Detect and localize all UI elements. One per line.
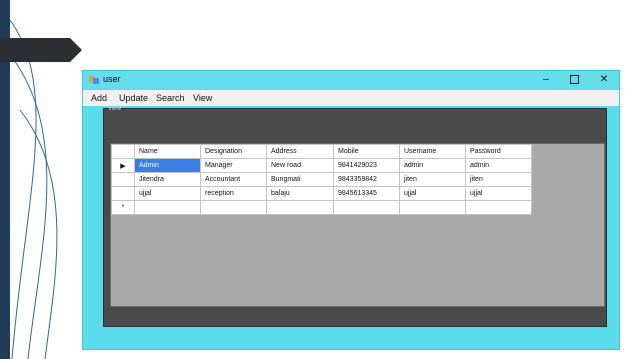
- column-header-name[interactable]: Name: [134, 144, 201, 159]
- title-bar[interactable]: user – ✕: [83, 71, 619, 89]
- column-header-password[interactable]: Password: [465, 144, 532, 159]
- cell-name[interactable]: ujjal: [134, 186, 201, 201]
- current-row-indicator[interactable]: ▶: [111, 158, 135, 173]
- row-header-corner: [111, 144, 135, 159]
- column-header-address[interactable]: Address: [266, 144, 334, 159]
- table-row[interactable]: ujjal reception balaju 9845613345 ujjal …: [111, 186, 532, 201]
- column-header-mobile[interactable]: Mobile: [333, 144, 400, 159]
- menu-update[interactable]: Update: [119, 93, 148, 103]
- users-datagrid[interactable]: Name Designation Address Mobile Username…: [110, 143, 605, 307]
- cell-username[interactable]: jiten: [399, 172, 466, 187]
- cell-address[interactable]: balaju: [266, 186, 334, 201]
- cell-address[interactable]: Bungmati: [266, 172, 334, 187]
- close-button[interactable]: ✕: [593, 72, 615, 87]
- cell-designation[interactable]: Manager: [200, 158, 267, 173]
- column-header-designation[interactable]: Designation: [200, 144, 267, 159]
- new-cell-password[interactable]: [465, 200, 532, 215]
- cell-mobile[interactable]: 9843359842: [333, 172, 400, 187]
- cell-designation[interactable]: Accountant: [200, 172, 267, 187]
- header-row: Name Designation Address Mobile Username…: [111, 144, 532, 159]
- new-cell-username[interactable]: [399, 200, 466, 215]
- new-cell-address[interactable]: [266, 200, 334, 215]
- cell-username[interactable]: admin: [399, 158, 466, 173]
- new-row-indicator[interactable]: *: [111, 200, 135, 215]
- row-header[interactable]: [111, 172, 135, 187]
- app-icon: [89, 76, 99, 84]
- users-table: Name Designation Address Mobile Username…: [111, 144, 532, 215]
- menu-bar: Add Update Search View: [83, 90, 619, 106]
- cell-designation[interactable]: reception: [200, 186, 267, 201]
- cell-password[interactable]: ujjal: [465, 186, 532, 201]
- cell-password[interactable]: jiten: [465, 172, 532, 187]
- table-row[interactable]: ▶ Admin Manager New road 9841429023 admi…: [111, 158, 532, 173]
- maximize-button[interactable]: [563, 72, 585, 87]
- cell-name[interactable]: Jitendra: [134, 172, 201, 187]
- view-groupbox: View Name Designation Address Mobile Use…: [103, 106, 607, 327]
- user-window: user – ✕ Add Update Search View View Nam…: [82, 70, 620, 350]
- cell-name[interactable]: Admin: [134, 158, 201, 173]
- new-cell-name[interactable]: [134, 200, 201, 215]
- new-cell-mobile[interactable]: [333, 200, 400, 215]
- maximize-icon: [569, 75, 579, 84]
- new-row[interactable]: *: [111, 200, 532, 215]
- cell-password[interactable]: admin: [465, 158, 532, 173]
- cell-address[interactable]: New road: [266, 158, 334, 173]
- column-header-username[interactable]: Username: [399, 144, 466, 159]
- menu-view[interactable]: View: [193, 93, 212, 103]
- cell-username[interactable]: ujjal: [399, 186, 466, 201]
- cell-mobile[interactable]: 9841429023: [333, 158, 400, 173]
- minimize-button[interactable]: –: [535, 72, 557, 87]
- new-cell-designation[interactable]: [200, 200, 267, 215]
- window-title: user: [103, 74, 121, 84]
- menu-search[interactable]: Search: [156, 93, 185, 103]
- table-row[interactable]: Jitendra Accountant Bungmati 9843359842 …: [111, 172, 532, 187]
- groupbox-label: View: [108, 106, 121, 112]
- menu-add[interactable]: Add: [91, 93, 107, 103]
- row-header[interactable]: [111, 186, 135, 201]
- cell-mobile[interactable]: 9845613345: [333, 186, 400, 201]
- slide-title-tab: [0, 38, 82, 62]
